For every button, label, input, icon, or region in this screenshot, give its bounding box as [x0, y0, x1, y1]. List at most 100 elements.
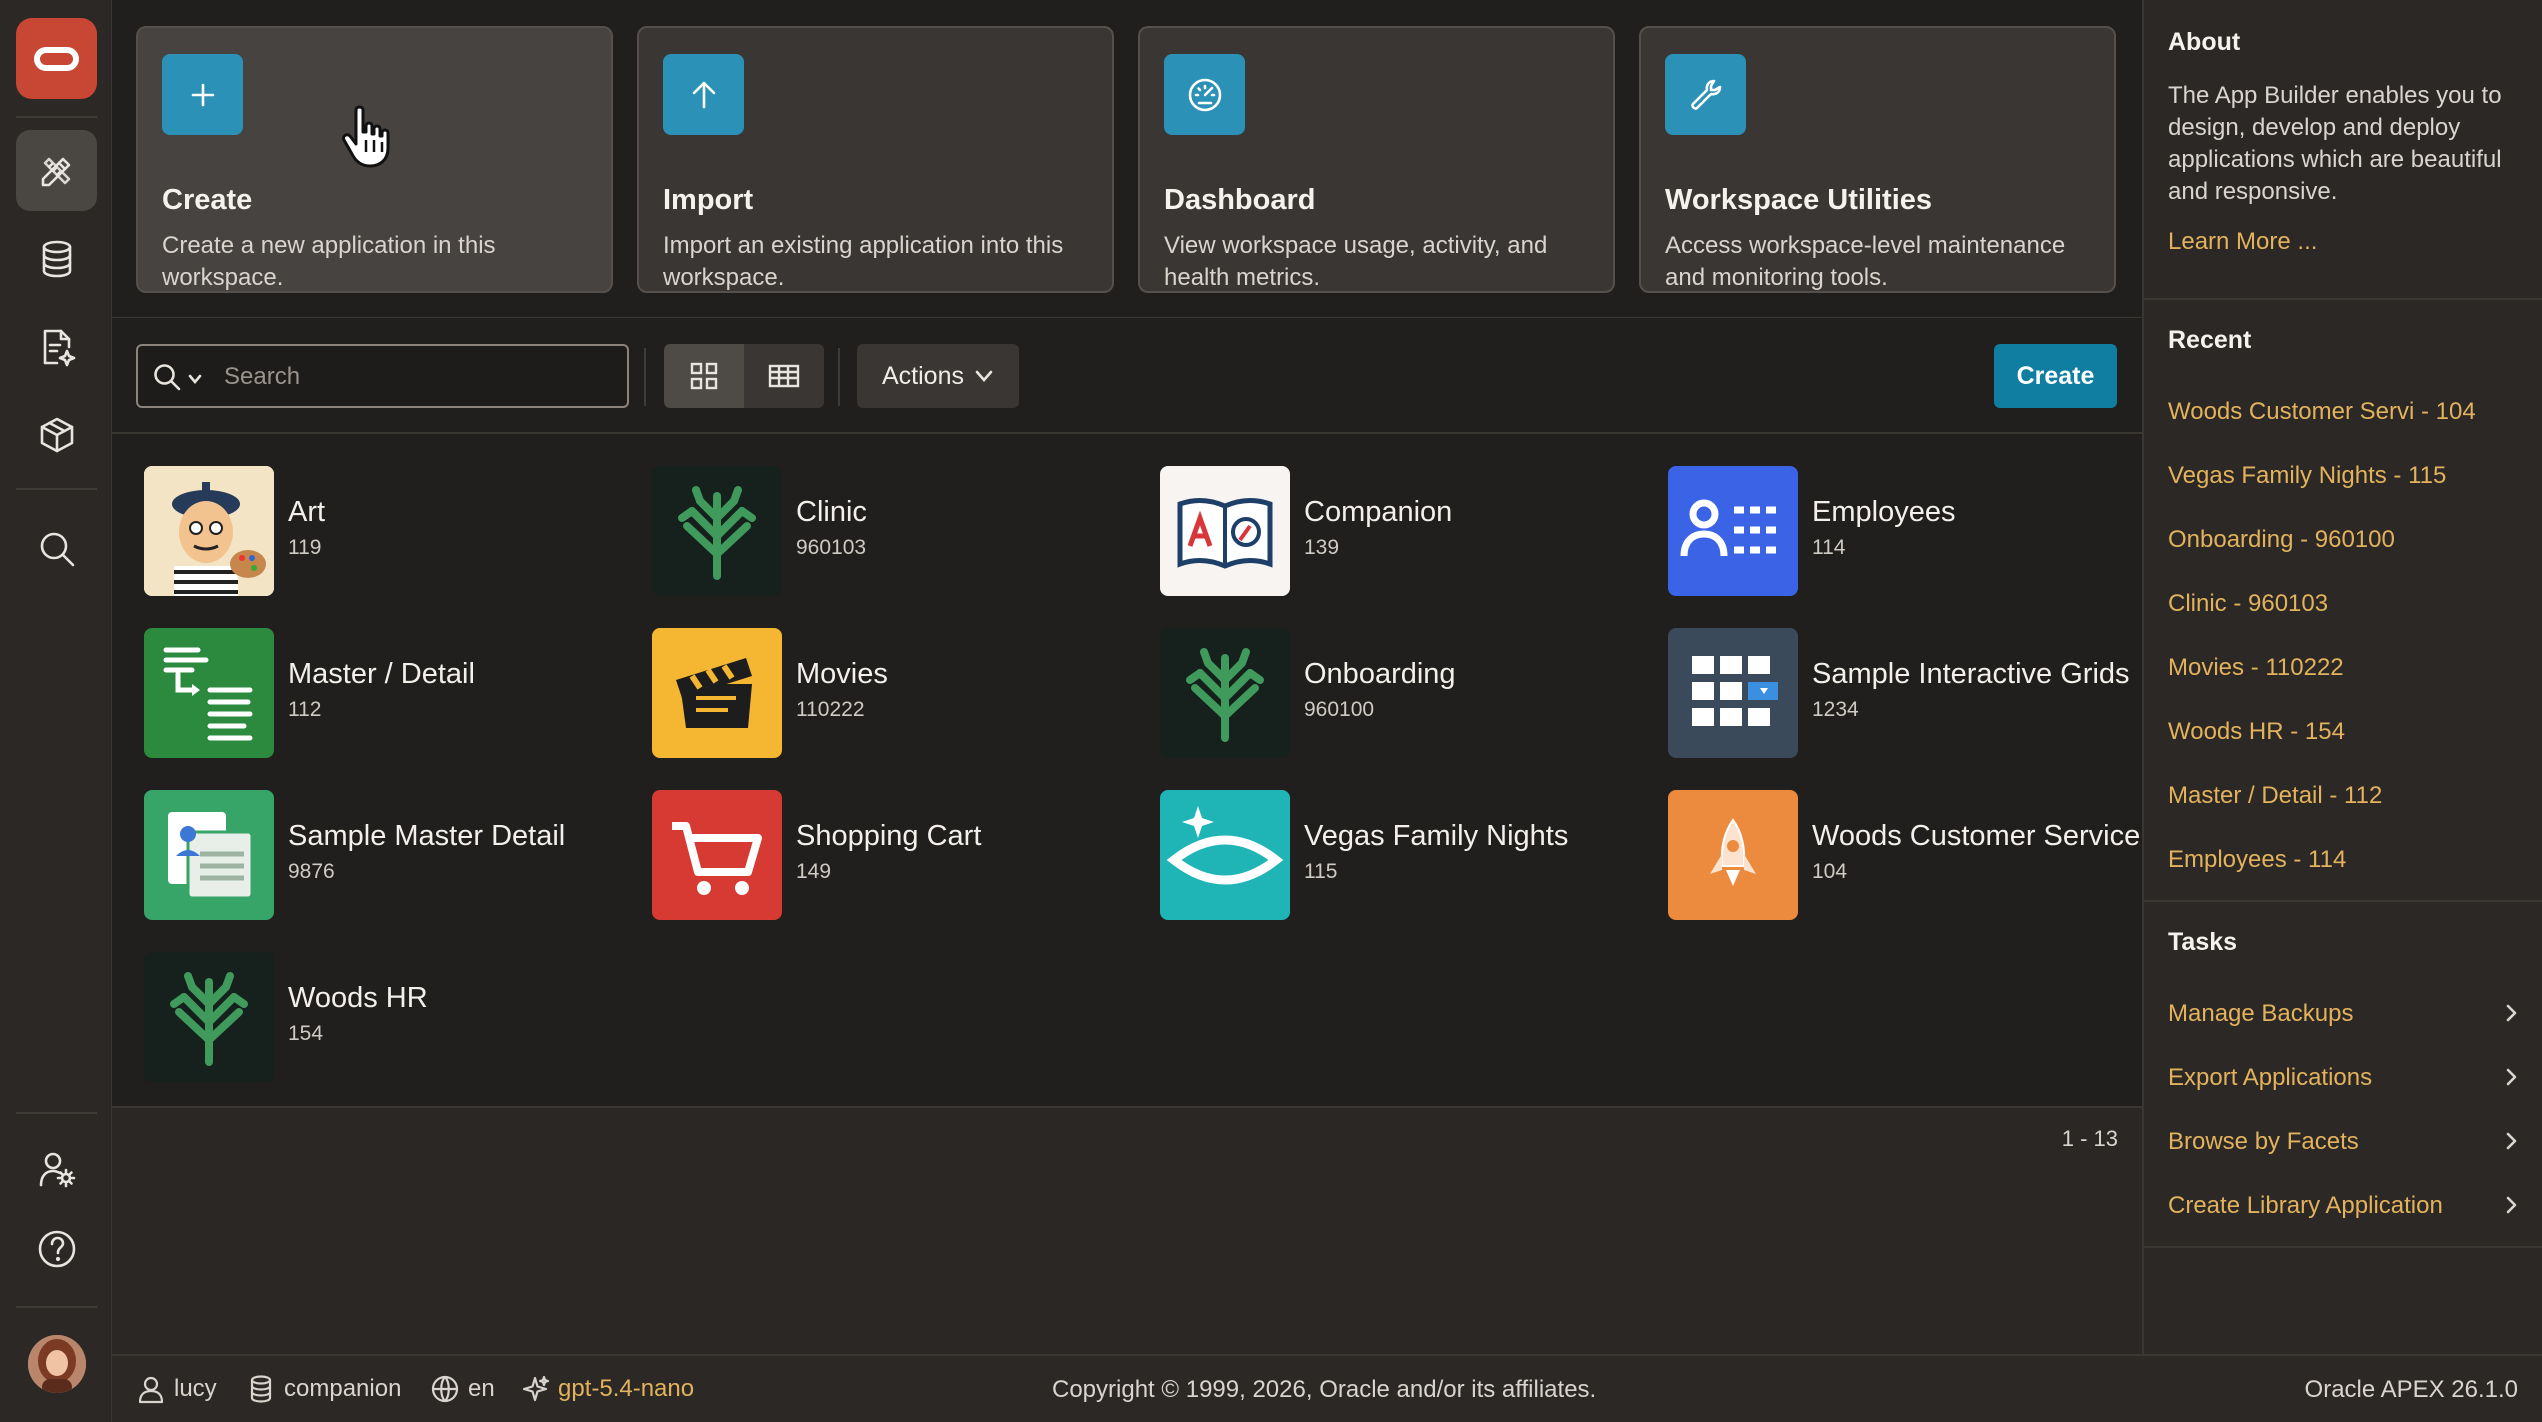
eye-star-icon: [1160, 790, 1290, 920]
app-id: 110222: [796, 698, 865, 721]
search-input[interactable]: [224, 360, 614, 394]
book-icon: [1160, 466, 1290, 596]
app-tile[interactable]: Woods HR 154: [144, 952, 624, 1082]
help-nav-button[interactable]: [16, 1208, 97, 1289]
tree-icon: [1160, 628, 1290, 758]
app-id: 149: [796, 860, 832, 883]
pencil-ruler-icon: [41, 157, 70, 186]
task-browse-by-facets[interactable]: Browse by Facets: [2168, 1128, 2359, 1156]
app-tile[interactable]: Movies 110222: [652, 628, 1132, 758]
task-create-library-application[interactable]: Create Library Application: [2168, 1192, 2443, 1220]
app-name: Onboarding: [1304, 658, 1456, 690]
footer-ai-model[interactable]: gpt-5.4-nano: [520, 1374, 694, 1404]
actions-label: Actions: [882, 361, 964, 390]
footer-language-label: en: [468, 1375, 495, 1402]
task-manage-backups[interactable]: Manage Backups: [2168, 1000, 2353, 1028]
footer: lucy companion en gpt-5.4-nano Copyright…: [112, 1354, 2542, 1422]
wrench-icon: [1665, 54, 1746, 135]
database-icon: [42, 240, 71, 277]
app-tile[interactable]: Onboarding 960100: [1160, 628, 1640, 758]
app-tile[interactable]: Vegas Family Nights 115: [1160, 790, 1640, 920]
sparkle-icon: [522, 1375, 550, 1402]
sidebar-separator: [2144, 1246, 2542, 1248]
application-grid: Art 119 Clinic 960103 Companion 139 Empl…: [112, 434, 2142, 1106]
recent-item[interactable]: Master / Detail - 112: [2168, 782, 2382, 810]
app-id: 9876: [288, 860, 335, 883]
app-tile[interactable]: Master / Detail 112: [144, 628, 624, 758]
recent-item[interactable]: Movies - 110222: [2168, 654, 2344, 682]
app-name: Shopping Cart: [796, 820, 982, 852]
rail-divider: [16, 1112, 97, 1114]
recent-item[interactable]: Vegas Family Nights - 115: [2168, 462, 2446, 490]
report-view-button[interactable]: [744, 344, 824, 408]
tree-icon: [144, 952, 274, 1082]
chevron-right-icon: [2502, 1196, 2520, 1214]
arrow-up-icon: [663, 54, 744, 135]
app-name: Art: [288, 496, 326, 528]
app-builder-nav-button[interactable]: [16, 130, 97, 211]
app-name: Vegas Family Nights: [1304, 820, 1569, 852]
contact-card-icon: [144, 790, 274, 920]
app-id: 119: [288, 536, 322, 559]
import-card[interactable]: Import Import an existing application in…: [637, 26, 1114, 293]
team-development-nav-button[interactable]: [16, 306, 97, 387]
app-id: 112: [288, 698, 322, 721]
search-icon: [154, 364, 181, 391]
app-name: Sample Master Detail: [288, 820, 566, 852]
chevron-down-icon[interactable]: [188, 372, 202, 386]
table-view-icon: [768, 364, 800, 388]
user-avatar[interactable]: [28, 1335, 86, 1393]
app-tile[interactable]: Woods Customer Service 104: [1668, 790, 2148, 920]
app-id: 139: [1304, 536, 1340, 559]
actions-menu-button[interactable]: Actions: [857, 344, 1019, 408]
help-circle-icon: [38, 1230, 75, 1267]
learn-more-link[interactable]: Learn More ...: [2168, 228, 2317, 256]
gallery-nav-button[interactable]: [16, 394, 97, 475]
sql-workshop-nav-button[interactable]: [16, 218, 97, 299]
people-list-icon: [1668, 466, 1798, 596]
app-name: Woods HR: [288, 982, 428, 1014]
card-title: Import: [663, 184, 754, 216]
copyright-text: Copyright © 1999, 2026, Oracle and/or it…: [1052, 1376, 1597, 1403]
create-button[interactable]: Create: [1994, 344, 2117, 408]
workspace-utilities-card[interactable]: Workspace Utilities Access workspace-lev…: [1639, 26, 2116, 293]
about-heading: About: [2168, 28, 2241, 56]
grid-view-button[interactable]: [664, 344, 744, 408]
app-tile[interactable]: Employees 114: [1668, 466, 2148, 596]
app-tile[interactable]: Art 119: [144, 466, 624, 596]
recent-item[interactable]: Onboarding - 960100: [2168, 526, 2395, 554]
recent-item[interactable]: Clinic - 960103: [2168, 590, 2328, 618]
card-title: Create: [162, 184, 253, 216]
chevron-down-icon: [975, 370, 993, 382]
plus-icon: [162, 54, 243, 135]
pagination-range: 1 - 13: [2061, 1126, 2118, 1151]
document-sparkle-icon: [43, 329, 75, 366]
search-box[interactable]: [136, 344, 629, 408]
footer-user[interactable]: lucy: [136, 1374, 217, 1404]
search-nav-button[interactable]: [16, 508, 97, 589]
app-id: 1234: [1812, 698, 1859, 721]
recent-item[interactable]: Employees - 114: [2168, 846, 2346, 874]
footer-language[interactable]: en: [430, 1374, 495, 1404]
oracle-logo[interactable]: [16, 18, 97, 99]
grid-icon: [1668, 628, 1798, 758]
recent-item[interactable]: Woods HR - 154: [2168, 718, 2345, 746]
footer-ai-model-label: gpt-5.4-nano: [558, 1375, 695, 1402]
footer-schema[interactable]: companion: [246, 1374, 401, 1404]
database-icon: [250, 1375, 272, 1403]
task-export-applications[interactable]: Export Applications: [2168, 1064, 2372, 1092]
app-tile[interactable]: Shopping Cart 149: [652, 790, 1132, 920]
app-name: Clinic: [796, 496, 867, 528]
recent-item[interactable]: Woods Customer Servi - 104: [2168, 398, 2476, 426]
administration-nav-button[interactable]: [16, 1128, 97, 1209]
toolbar: Actions Create: [112, 318, 2142, 434]
app-tile[interactable]: Sample Interactive Grids 1234: [1668, 628, 2148, 758]
app-tile[interactable]: Clinic 960103: [652, 466, 1132, 596]
dashboard-card[interactable]: Dashboard View workspace usage, activity…: [1138, 26, 1615, 293]
app-tile[interactable]: Companion 139: [1160, 466, 1640, 596]
app-tile[interactable]: Sample Master Detail 9876: [144, 790, 624, 920]
footer-schema-label: companion: [284, 1375, 402, 1402]
globe-icon: [431, 1375, 459, 1403]
rocket-icon: [1668, 790, 1798, 920]
right-sidebar: About The App Builder enables you to des…: [2142, 0, 2542, 1354]
